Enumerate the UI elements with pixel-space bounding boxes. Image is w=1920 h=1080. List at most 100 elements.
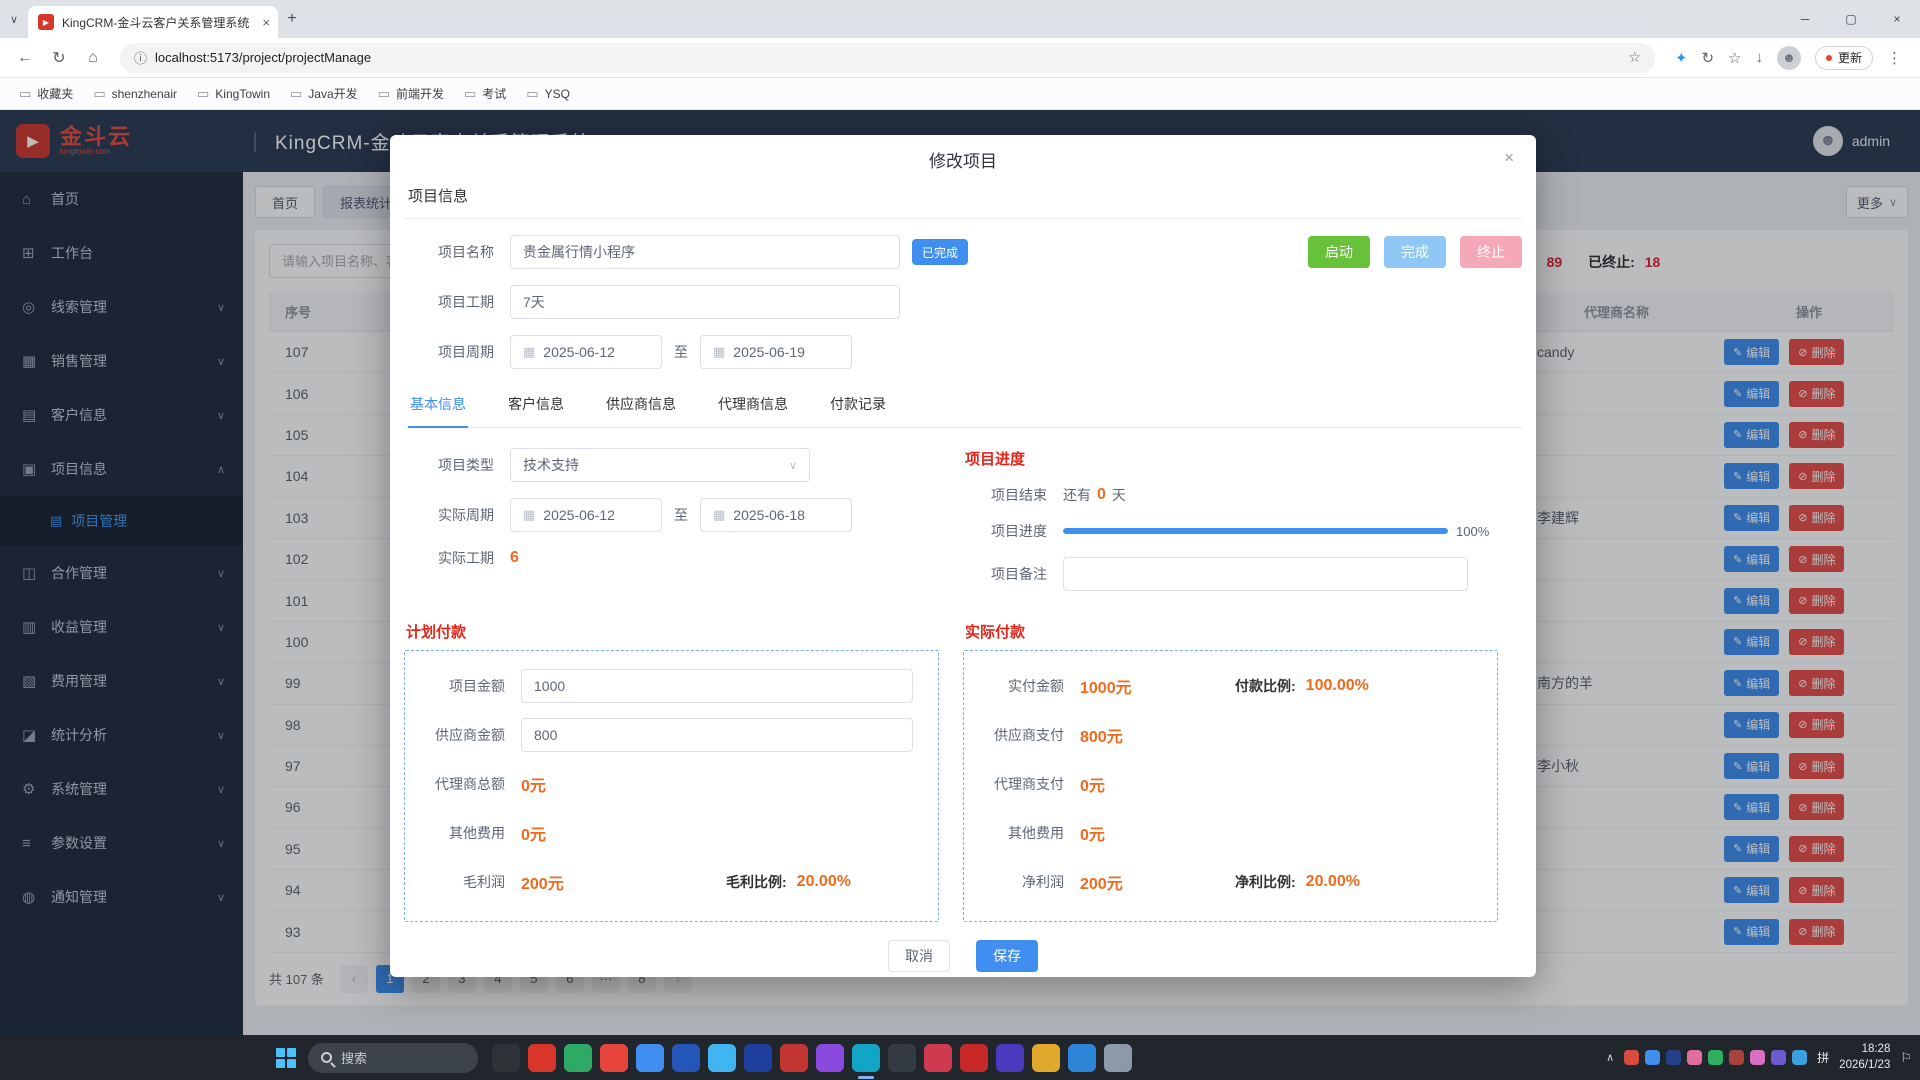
- bookmark-item[interactable]: ▭ KingTowin: [188, 82, 279, 106]
- taskbar-app-icon[interactable]: [780, 1044, 808, 1072]
- period-start-date-input[interactable]: ▦ 2025-06-12: [510, 335, 662, 369]
- actual-other-fee-label: 其他费用: [964, 823, 1064, 843]
- taskbar-app-icon[interactable]: [1032, 1044, 1060, 1072]
- taskbar-app-icon[interactable]: [744, 1044, 772, 1072]
- start-button[interactable]: [276, 1048, 296, 1068]
- taskbar-app-icon[interactable]: [924, 1044, 952, 1072]
- taskbar-app-icon[interactable]: [1104, 1044, 1132, 1072]
- refresh-icon[interactable]: ↻: [44, 48, 74, 68]
- desktop-screen: ∨ ▶ KingCRM-金斗云客户关系管理系统 × + ─ ▢ × ← ↻ ⌂ …: [0, 0, 1920, 1080]
- browser-tab[interactable]: ▶ KingCRM-金斗云客户关系管理系统 ×: [28, 6, 278, 38]
- back-icon[interactable]: ←: [10, 49, 40, 67]
- gross-margin-label: 毛利比例:: [726, 872, 787, 892]
- bookmark-item[interactable]: ▭ shenzhenair: [84, 82, 186, 106]
- tray-app-icon[interactable]: [1792, 1050, 1807, 1065]
- date-value: 2025-06-12: [543, 507, 615, 523]
- tab-list-chevron-icon[interactable]: ∨: [0, 13, 28, 26]
- calendar-icon: ▦: [713, 507, 725, 523]
- taskbar-app-icon[interactable]: [996, 1044, 1024, 1072]
- project-amount-input[interactable]: [521, 669, 913, 703]
- bookmark-item[interactable]: ▭ YSQ: [517, 82, 579, 106]
- period-end-date-input[interactable]: ▦ 2025-06-19: [700, 335, 852, 369]
- ime-indicator[interactable]: 拼: [1817, 1049, 1829, 1066]
- browser-menu-icon[interactable]: ⋮: [1887, 49, 1902, 67]
- taskbar-app-icon[interactable]: [564, 1044, 592, 1072]
- tray-app-icon[interactable]: [1687, 1050, 1702, 1065]
- extension-icon[interactable]: ✦: [1675, 49, 1688, 67]
- taskbar-app-icon[interactable]: [600, 1044, 628, 1072]
- tray-app-icon[interactable]: [1771, 1050, 1786, 1065]
- actual-duration-row: 实际工期 6: [404, 548, 949, 568]
- modal-tab[interactable]: 客户信息: [506, 385, 566, 427]
- actual-start-date-input[interactable]: ▦ 2025-06-12: [510, 498, 662, 532]
- window-close-button[interactable]: ×: [1874, 0, 1920, 38]
- taskbar-search[interactable]: 搜索: [308, 1043, 478, 1073]
- taskbar-app-icon[interactable]: [528, 1044, 556, 1072]
- cancel-button[interactable]: 取消: [888, 940, 950, 972]
- bookmark-item[interactable]: ▭ 收藏夹: [10, 81, 82, 106]
- tray-app-icon[interactable]: [1624, 1050, 1639, 1065]
- supplier-amount-input[interactable]: [521, 718, 913, 752]
- taskbar-app-icon[interactable]: [816, 1044, 844, 1072]
- browser-profile-avatar[interactable]: ☻: [1777, 46, 1801, 70]
- actual-duration-label: 实际工期: [404, 548, 494, 568]
- finish-project-button[interactable]: 完成: [1384, 236, 1446, 268]
- agent-total-value: 0元: [521, 772, 546, 796]
- taskbar-app-icon[interactable]: [960, 1044, 988, 1072]
- site-info-icon[interactable]: ⓘ: [134, 48, 147, 67]
- taskbar-app-icon[interactable]: [636, 1044, 664, 1072]
- project-type-select[interactable]: 技术支持 ∨: [510, 448, 810, 482]
- remark-input[interactable]: [1063, 557, 1468, 591]
- taskbar-app-icon[interactable]: [708, 1044, 736, 1072]
- window-maximize-button[interactable]: ▢: [1828, 0, 1874, 38]
- modal-tab[interactable]: 供应商信息: [604, 385, 678, 427]
- project-name-input[interactable]: [510, 235, 900, 269]
- taskbar-apps: [492, 1044, 1132, 1072]
- taskbar-app-icon[interactable]: [492, 1044, 520, 1072]
- section-title: 项目信息: [404, 183, 1522, 219]
- tray-chevron-icon[interactable]: ∧: [1606, 1051, 1614, 1064]
- favorites-icon[interactable]: ☆: [1728, 49, 1741, 67]
- taskbar-app-icon[interactable]: [852, 1044, 880, 1072]
- browser-tab-title: KingCRM-金斗云客户关系管理系统: [62, 14, 254, 31]
- tray-app-icon[interactable]: [1666, 1050, 1681, 1065]
- start-project-button[interactable]: 启动: [1308, 236, 1370, 268]
- taskbar-app-icon[interactable]: [672, 1044, 700, 1072]
- tab-close-icon[interactable]: ×: [262, 15, 270, 30]
- downloads-icon[interactable]: ↓: [1755, 49, 1763, 66]
- tray-app-icon[interactable]: [1708, 1050, 1723, 1065]
- browser-update-button[interactable]: 更新: [1815, 46, 1873, 70]
- tray-app-icon[interactable]: [1729, 1050, 1744, 1065]
- folder-icon: ▭: [197, 86, 209, 102]
- tray-app-icon[interactable]: [1645, 1050, 1660, 1065]
- close-icon[interactable]: ×: [1504, 148, 1514, 168]
- agent-total-row: 代理商总额 0元: [405, 767, 938, 801]
- calendar-icon: ▦: [523, 344, 535, 360]
- tray-app-icon[interactable]: [1750, 1050, 1765, 1065]
- bookmark-item[interactable]: ▭ Java开发: [281, 81, 367, 106]
- actual-end-date-input[interactable]: ▦ 2025-06-18: [700, 498, 852, 532]
- browser-home-icon[interactable]: ⌂: [78, 49, 108, 67]
- new-tab-button[interactable]: +: [278, 10, 306, 28]
- sync-icon[interactable]: ↻: [1701, 49, 1714, 67]
- project-duration-input[interactable]: [510, 285, 900, 319]
- favorite-star-icon[interactable]: ☆: [1628, 49, 1641, 66]
- net-margin-label: 净利比例:: [1235, 872, 1296, 892]
- taskbar-app-icon[interactable]: [888, 1044, 916, 1072]
- taskbar-clock[interactable]: 18:28 2026/1/23: [1839, 1042, 1890, 1073]
- terminate-project-button[interactable]: 终止: [1460, 236, 1522, 268]
- modal-tab[interactable]: 付款记录: [828, 385, 888, 427]
- taskbar-app-icon[interactable]: [1068, 1044, 1096, 1072]
- bookmark-label: YSQ: [545, 87, 570, 101]
- bookmark-item[interactable]: ▭ 考试: [455, 81, 515, 106]
- status-badge: 已完成: [912, 239, 968, 265]
- modal-tab[interactable]: 基本信息: [408, 385, 468, 428]
- net-profit-value: 200元: [1080, 870, 1235, 894]
- folder-icon: ▭: [378, 86, 390, 102]
- modal-tab[interactable]: 代理商信息: [716, 385, 790, 427]
- address-bar[interactable]: ⓘ localhost:5173/project/projectManage ☆: [120, 43, 1655, 73]
- window-minimize-button[interactable]: ─: [1782, 0, 1828, 38]
- notification-icon[interactable]: ⚐: [1900, 1050, 1912, 1066]
- save-button[interactable]: 保存: [976, 940, 1038, 972]
- bookmark-item[interactable]: ▭ 前端开发: [369, 81, 453, 106]
